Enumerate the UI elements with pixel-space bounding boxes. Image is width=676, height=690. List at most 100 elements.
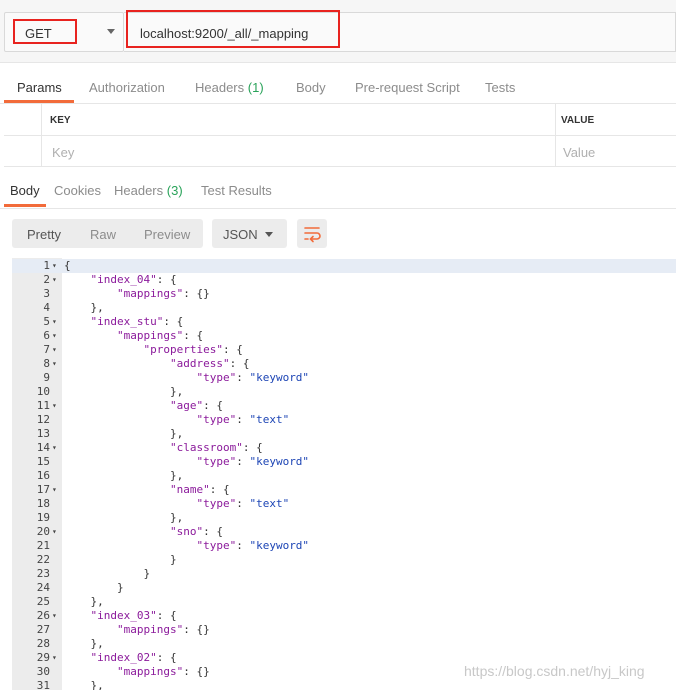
code-text: "sno": {: [169, 525, 223, 538]
tab-tests[interactable]: Tests: [485, 80, 515, 95]
code-line: 31 },: [12, 679, 676, 690]
code-text: "properties": {: [143, 343, 243, 356]
chevron-down-icon: [265, 232, 273, 237]
line-number: 12: [36, 413, 50, 426]
line-number: 6: [43, 329, 50, 342]
code-text: "type": "keyword": [196, 455, 310, 468]
value-input[interactable]: Value: [563, 145, 595, 160]
code-line: 18 "type": "text": [12, 497, 676, 511]
code-text: }: [64, 581, 124, 594]
line-number: 7: [43, 343, 50, 356]
code-text: },: [64, 679, 104, 690]
headers-count: (1): [247, 80, 264, 95]
fold-arrow-icon[interactable]: ▾: [52, 441, 57, 455]
code-line: 20 ▾ "sno": {: [12, 525, 676, 539]
line-number: 18: [36, 497, 50, 510]
params-table: KEY VALUE Key Value: [4, 104, 676, 167]
code-line: 9 "type": "keyword": [12, 371, 676, 385]
line-number: 14: [36, 441, 50, 454]
code-line: 13 },: [12, 427, 676, 441]
response-tabs: [0, 172, 676, 209]
line-number: 10: [36, 385, 50, 398]
value-column-header: VALUE: [561, 115, 595, 126]
format-select[interactable]: JSON: [212, 219, 287, 248]
line-number: 13: [36, 427, 50, 440]
line-number: 20: [36, 525, 50, 538]
fold-arrow-icon[interactable]: ▾: [52, 357, 57, 371]
tab-body[interactable]: Body: [296, 80, 326, 95]
code-line: 23 }: [12, 567, 676, 581]
code-line: 25 },: [12, 595, 676, 609]
raw-button[interactable]: Raw: [90, 227, 116, 242]
tab-response-headers[interactable]: Headers (3): [114, 183, 183, 198]
code-text: "index_stu": {: [90, 315, 184, 328]
line-number: 25: [36, 595, 50, 608]
line-number: 28: [36, 637, 50, 650]
response-headers-count: (3): [166, 183, 183, 198]
code-line: 3 "mappings": {}: [12, 287, 676, 301]
chevron-down-icon[interactable]: [107, 29, 115, 34]
tab-params[interactable]: Params: [17, 80, 62, 95]
code-text: },: [64, 301, 104, 314]
fold-arrow-icon[interactable]: ▾: [52, 651, 57, 665]
code-text: "type": "text": [196, 413, 290, 426]
code-text: },: [64, 469, 184, 482]
response-body-editor[interactable]: 1 ▾{2 ▾ "index_04": {3 "mappings": {} 4 }, 5…: [12, 258, 676, 690]
code-line: 27 "mappings": {}: [12, 623, 676, 637]
watermark: https://blog.csdn.net/hyj_king: [464, 663, 645, 679]
code-line: 12 "type": "text": [12, 413, 676, 427]
code-line: 4 },: [12, 301, 676, 315]
line-number: 17: [36, 483, 50, 496]
code-line: 15 "type": "keyword": [12, 455, 676, 469]
key-input[interactable]: Key: [52, 145, 74, 160]
format-value: JSON: [223, 227, 258, 242]
code-text: "address": {: [169, 357, 250, 370]
tab-test-results[interactable]: Test Results: [201, 183, 272, 198]
code-line: 22 }: [12, 553, 676, 567]
fold-arrow-icon[interactable]: ▾: [52, 399, 57, 413]
tab-pre-request-script[interactable]: Pre-request Script: [355, 80, 460, 95]
code-text: }: [64, 553, 177, 566]
fold-arrow-icon[interactable]: ▾: [52, 483, 57, 497]
code-line: 2 ▾ "index_04": {: [12, 273, 676, 287]
code-text: "age": {: [169, 399, 223, 412]
fold-arrow-icon[interactable]: ▾: [52, 609, 57, 623]
line-number: 2: [43, 273, 50, 286]
tab-response-body[interactable]: Body: [10, 183, 40, 198]
code-text: "index_02": {: [90, 651, 177, 664]
line-number: 4: [43, 301, 50, 314]
url-value[interactable]: localhost:9200/_all/_mapping: [140, 26, 308, 41]
code-line: 5 ▾ "index_stu": {: [12, 315, 676, 329]
wrap-lines-button[interactable]: [297, 219, 327, 248]
fold-arrow-icon[interactable]: ▾: [52, 259, 57, 273]
line-number: 22: [36, 553, 50, 566]
line-number: 1: [43, 259, 50, 272]
column-divider: [555, 104, 556, 166]
fold-arrow-icon[interactable]: ▾: [52, 273, 57, 287]
method-value[interactable]: GET: [25, 26, 52, 41]
code-line: 10 },: [12, 385, 676, 399]
code-text: "mappings": {}: [116, 623, 210, 636]
tab-cookies[interactable]: Cookies: [54, 183, 101, 198]
tab-authorization[interactable]: Authorization: [89, 80, 165, 95]
code-line: 28 },: [12, 637, 676, 651]
code-line: 26 ▾ "index_03": {: [12, 609, 676, 623]
pretty-button[interactable]: Pretty: [27, 227, 61, 242]
code-text: "index_04": {: [90, 273, 177, 286]
tab-headers[interactable]: Headers (1): [195, 80, 264, 95]
line-number: 26: [36, 609, 50, 622]
code-text: },: [64, 385, 184, 398]
code-text: "mappings": {: [116, 329, 204, 342]
code-line: 6 ▾ "mappings": {: [12, 329, 676, 343]
code-line: 8 ▾ "address": {: [12, 357, 676, 371]
line-number: 16: [36, 469, 50, 482]
line-number: 19: [36, 511, 50, 524]
fold-arrow-icon[interactable]: ▾: [52, 329, 57, 343]
preview-button[interactable]: Preview: [144, 227, 190, 242]
fold-arrow-icon[interactable]: ▾: [52, 315, 57, 329]
code-text: "type": "keyword": [196, 371, 310, 384]
code-text: },: [64, 637, 104, 650]
code-text: },: [64, 427, 184, 440]
fold-arrow-icon[interactable]: ▾: [52, 525, 57, 539]
fold-arrow-icon[interactable]: ▾: [52, 343, 57, 357]
